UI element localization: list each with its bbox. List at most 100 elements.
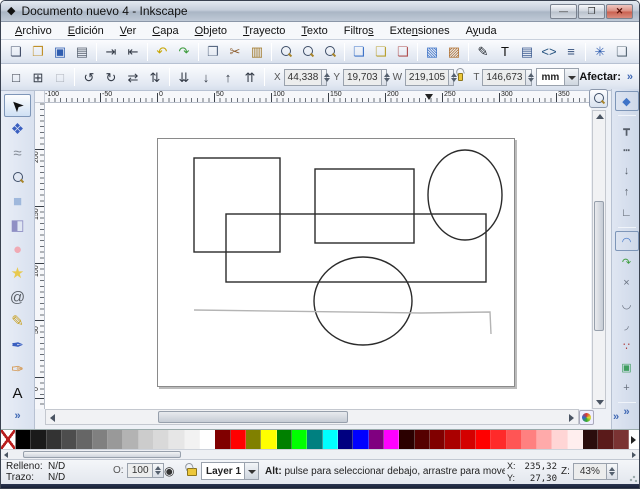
unit-dropdown-arrow-icon[interactable]	[564, 69, 578, 85]
menu-ver[interactable]: Ver	[112, 24, 145, 38]
height-field-spinner[interactable]	[526, 69, 531, 86]
menu-capa[interactable]: Capa	[144, 24, 186, 38]
paste-icon[interactable]: ▥	[247, 42, 267, 62]
palette-swatch-999999[interactable]	[108, 430, 123, 449]
import-icon[interactable]: ⇥	[101, 42, 121, 62]
x-field-spinner[interactable]	[322, 69, 327, 86]
snap-nodes-icon[interactable]: ◠	[615, 231, 639, 251]
snap-bbox-icon[interactable]: ┳	[615, 119, 639, 139]
vertical-ruler[interactable]: 200150100500	[35, 103, 45, 409]
layer-lock-icon[interactable]	[187, 468, 197, 476]
palette-swatch-800000[interactable]	[215, 430, 230, 449]
lock-ratio-icon[interactable]	[458, 73, 463, 81]
menu-objeto[interactable]: Objeto	[187, 24, 235, 38]
width-field-spinner[interactable]	[449, 69, 454, 86]
palette-scrollbar[interactable]	[1, 449, 639, 459]
palette-swatch-f2f2f2[interactable]	[185, 430, 200, 449]
palette-swatch-000080[interactable]	[338, 430, 353, 449]
palette-swatch-2b0d0d[interactable]	[583, 430, 598, 449]
layer-visibility-eye-icon[interactable]: ◉	[164, 464, 174, 478]
snap-bbox-corners-icon[interactable]: ↓	[615, 161, 639, 181]
calligraphy-tool[interactable]: ✑	[4, 358, 31, 381]
palette-swatch-800000[interactable]	[430, 430, 445, 449]
snap-enable-icon[interactable]: ◆	[615, 91, 639, 111]
xml-editor-icon[interactable]: <>	[539, 42, 559, 62]
palette-swatch-ffeeee[interactable]	[568, 430, 583, 449]
flip-horizontal-icon[interactable]: ⇄	[123, 67, 143, 87]
palette-swatch-none[interactable]	[1, 430, 16, 449]
menu-extensiones[interactable]: Extensiones	[382, 24, 458, 38]
group-objects-icon[interactable]: ▧	[422, 42, 442, 62]
zoom-tool[interactable]	[4, 166, 31, 189]
unlink-clone-icon[interactable]: ❏	[393, 42, 413, 62]
snap-bbox-midpoints-icon[interactable]: ↑	[615, 182, 639, 202]
selector-tool[interactable]: ➤	[4, 94, 31, 117]
palette-swatch-00ff00[interactable]	[292, 430, 307, 449]
flip-vertical-icon[interactable]: ⇅	[145, 67, 165, 87]
palette-swatch-d40000[interactable]	[461, 430, 476, 449]
menu-edición[interactable]: Edición	[60, 24, 112, 38]
palette-swatch-5a1a1a[interactable]	[598, 430, 613, 449]
open-document-icon[interactable]: ❐	[28, 42, 48, 62]
node-editor-tool[interactable]: ❖	[4, 118, 31, 141]
ungroup-objects-icon[interactable]: ▨	[444, 42, 464, 62]
lower-to-bottom-icon[interactable]: ⇊	[174, 67, 194, 87]
x-field[interactable]: 44,338	[284, 69, 323, 86]
snap-bbox-centers-icon[interactable]: ∟	[615, 203, 639, 223]
controls-overflow-chevron[interactable]: »	[621, 71, 639, 83]
box3d-tool[interactable]: ◧	[4, 214, 31, 237]
menu-ayuda[interactable]: Ayuda	[458, 24, 505, 38]
print-icon[interactable]: ▤	[72, 42, 92, 62]
snap-object-centers-icon[interactable]: ▣	[615, 357, 639, 377]
scroll-down-arrow-icon[interactable]	[596, 400, 604, 405]
y-field-spinner[interactable]	[382, 69, 387, 86]
snap-midpoints-icon[interactable]: ∵	[615, 336, 639, 356]
align-dialog-icon[interactable]: ≡	[561, 42, 581, 62]
menu-trayecto[interactable]: Trayecto	[235, 24, 293, 38]
palette-swatch-808000[interactable]	[246, 430, 261, 449]
snap-intersections-icon[interactable]: ×	[615, 273, 639, 293]
pencil-tool[interactable]: ✎	[4, 310, 31, 333]
palette-swatch-ff8080[interactable]	[522, 430, 537, 449]
snap-bbox-edges-icon[interactable]: ┅	[615, 140, 639, 160]
unit-dropdown[interactable]: mm	[536, 68, 580, 86]
palette-swatch-1a1a1a[interactable]	[31, 430, 46, 449]
palette-swatch-4d4d4d[interactable]	[62, 430, 77, 449]
rotate-cw-icon[interactable]: ↻	[101, 67, 121, 87]
palette-swatch-800080[interactable]	[369, 430, 384, 449]
palette-swatch-ff0000[interactable]	[231, 430, 246, 449]
duplicate-icon[interactable]: ❏	[349, 42, 369, 62]
palette-swatch-000000[interactable]	[16, 430, 31, 449]
undo-icon[interactable]: ↶	[152, 42, 172, 62]
palette-swatch-333333[interactable]	[47, 430, 62, 449]
canvas[interactable]	[45, 103, 591, 409]
zoom-selection-icon[interactable]	[276, 42, 296, 62]
palette-swatch-00ffff[interactable]	[323, 430, 338, 449]
preferences-icon[interactable]: ✳	[590, 42, 610, 62]
palette-scroll-right-icon[interactable]	[632, 452, 636, 458]
rectangle-tool[interactable]: ■	[4, 190, 31, 213]
snapbar-overflow-chevron[interactable]: »	[607, 411, 625, 423]
zoom-page-icon[interactable]	[320, 42, 340, 62]
snap-rotation-centers-icon[interactable]: +	[615, 378, 639, 398]
height-field[interactable]: 146,673	[482, 69, 526, 86]
palette-swatch-e6e6e6[interactable]	[169, 430, 184, 449]
y-field[interactable]: 19,703	[343, 69, 382, 86]
ellipse-tool[interactable]: ●	[4, 238, 31, 261]
title-bar[interactable]: ◆ Documento nuevo 4 - Inkscape —❐✕	[1, 1, 639, 22]
freehand-line[interactable]	[194, 310, 491, 334]
raise-icon[interactable]: ↑	[218, 67, 238, 87]
palette-swatch-0000ff[interactable]	[353, 430, 368, 449]
export-icon[interactable]: ⇤	[123, 42, 143, 62]
minimize-button[interactable]: —	[550, 4, 577, 19]
palette-swatch-7a3333[interactable]	[614, 430, 629, 449]
snap-cusp-nodes-icon[interactable]: ◡	[615, 294, 639, 314]
save-document-icon[interactable]: ▣	[50, 42, 70, 62]
redo-icon[interactable]: ↷	[174, 42, 194, 62]
palette-swatch-008080[interactable]	[307, 430, 322, 449]
palette-scrollbar-thumb[interactable]	[23, 451, 181, 458]
color-managed-display-button[interactable]	[579, 410, 594, 425]
snap-smooth-nodes-icon[interactable]: ◞	[615, 315, 639, 335]
rotate-ccw-icon[interactable]: ↺	[79, 67, 99, 87]
layers-dialog-icon[interactable]: ▤	[517, 42, 537, 62]
